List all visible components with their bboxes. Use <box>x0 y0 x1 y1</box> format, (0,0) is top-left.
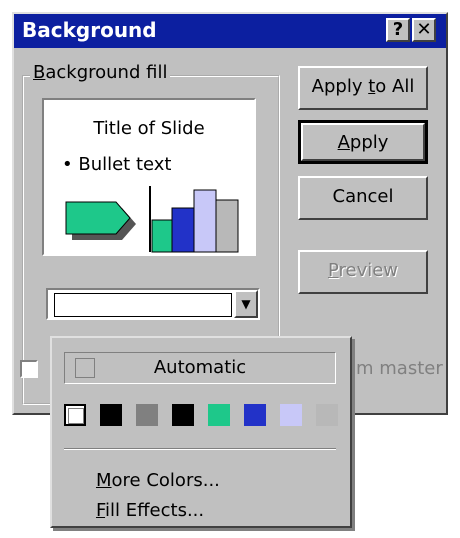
slide-preview: Title of Slide • Bullet text <box>42 98 256 256</box>
chart-bar-4 <box>215 199 239 253</box>
dropdown-arrow-icon[interactable]: ▼ <box>234 290 258 318</box>
color-swatch[interactable] <box>100 404 122 426</box>
swatch-fill <box>280 404 302 426</box>
color-swatch[interactable] <box>244 404 266 426</box>
color-swatch[interactable] <box>208 404 230 426</box>
dialog-title: Background <box>22 18 157 42</box>
swatch-fill <box>316 404 338 426</box>
preview-button[interactable]: Preview <box>298 250 428 294</box>
chart-bar-3 <box>193 189 217 253</box>
preview-bullet: • Bullet text <box>62 154 172 175</box>
background-fill-label: Background fill <box>30 62 171 83</box>
color-swatch[interactable] <box>280 404 302 426</box>
more-colors-item[interactable]: More Colors... <box>96 470 220 491</box>
apply-button[interactable]: Apply <box>298 120 428 164</box>
preview-graphics <box>65 186 239 253</box>
preview-title: Title of Slide <box>93 118 205 139</box>
automatic-button[interactable]: Automatic <box>64 352 336 384</box>
swatch-fill <box>136 404 158 426</box>
omit-master-label: m master <box>356 358 443 379</box>
color-swatch[interactable] <box>64 404 86 426</box>
automatic-label: Automatic <box>153 357 247 378</box>
fill-color-combo[interactable]: ▼ <box>46 288 260 320</box>
fill-effects-item[interactable]: Fill Effects... <box>96 500 204 521</box>
chart-bar-2 <box>171 207 195 253</box>
omit-master-checkbox[interactable] <box>20 360 38 378</box>
swatch-fill <box>208 404 230 426</box>
apply-to-all-button[interactable]: Apply to All <box>298 66 428 110</box>
color-swatch[interactable] <box>136 404 158 426</box>
fill-color-value[interactable] <box>54 293 232 317</box>
help-button[interactable]: ? <box>386 18 410 42</box>
color-swatch[interactable] <box>316 404 338 426</box>
automatic-swatch <box>75 358 95 378</box>
swatch-fill <box>68 408 84 424</box>
preview-bullet-text: Bullet text <box>78 154 172 175</box>
background-fill-label-rest: ackground fill <box>45 62 168 83</box>
swatch-fill <box>172 404 194 426</box>
swatch-fill <box>100 404 122 426</box>
cancel-button[interactable]: Cancel <box>298 176 428 220</box>
color-swatch[interactable] <box>172 404 194 426</box>
chart-bar-1 <box>151 219 173 253</box>
arrow-shape <box>65 201 131 235</box>
color-popup: Automatic More Colors... Fill Effects... <box>50 336 352 528</box>
title-bar[interactable]: Background ? ✕ <box>14 14 446 48</box>
swatch-fill <box>244 404 266 426</box>
close-button[interactable]: ✕ <box>412 18 436 42</box>
menu-separator <box>64 448 336 450</box>
apply-button-face: Apply <box>301 123 425 161</box>
